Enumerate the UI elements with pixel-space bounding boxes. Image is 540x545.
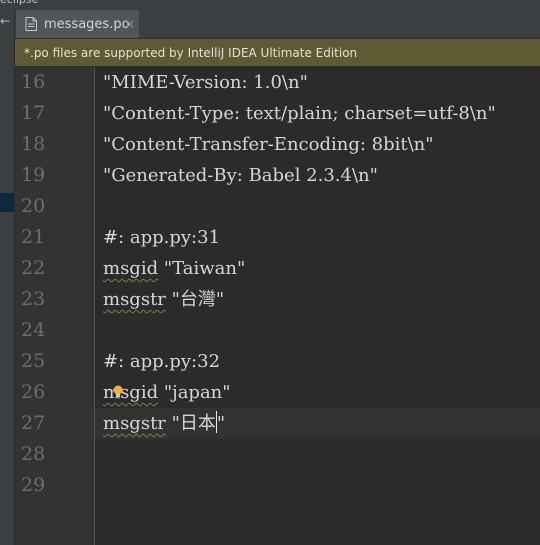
code-line: "Content-Type: text/plain; charset=utf-8… [103, 103, 496, 124]
string-token: "日本 [165, 413, 216, 434]
left-tool-strip: ← [0, 10, 15, 545]
line-number: 19 [21, 164, 46, 186]
line-number: 23 [21, 288, 46, 310]
keyword-token: msgid [103, 258, 159, 279]
code-line: #: app.py:32 [103, 351, 221, 372]
window-top-strip: eclipse [0, 0, 540, 10]
code-line: "Generated-By: Babel 2.3.4\n" [103, 165, 378, 186]
lightbulb-icon[interactable] [112, 385, 124, 399]
code-line: msgstr "台灣" [103, 284, 224, 315]
code-line: msgstr "日本" [103, 408, 225, 439]
line-number: 24 [21, 319, 46, 341]
string-token: " [216, 413, 226, 434]
code-line: "Content-Transfer-Encoding: 8bit\n" [103, 134, 434, 155]
code-line: msgid "Taiwan" [103, 253, 245, 284]
code-line: "MIME-Version: 1.0\n" [103, 72, 308, 93]
line-number: 26 [21, 381, 46, 403]
editor-tab-bar: messages.po × [15, 10, 540, 39]
line-number: 21 [21, 226, 46, 248]
line-number: 22 [21, 257, 46, 279]
code-area[interactable]: "MIME-Version: 1.0\n" "Content-Type: text… [95, 67, 540, 545]
line-number: 20 [21, 195, 46, 217]
code-line: #: app.py:31 [103, 227, 221, 248]
line-number: 17 [21, 102, 46, 124]
ide-window: eclipse ← messages.po × *.po files are s… [0, 0, 540, 545]
file-icon [25, 17, 37, 31]
line-number: 25 [21, 350, 46, 372]
plugin-notification-banner: *.po files are supported by IntelliJ IDE… [15, 39, 540, 67]
line-number: 27 [21, 412, 46, 434]
line-number: 28 [21, 443, 46, 465]
line-number: 18 [21, 133, 46, 155]
line-number: 29 [21, 474, 46, 496]
string-token: "japan" [158, 382, 231, 403]
code-editor[interactable]: 16 17 18 19 20 21 22 23 24 25 26 27 28 29 "MIME-Versi… [15, 67, 540, 545]
window-top-label: eclipse [0, 0, 38, 6]
tab-messages-po[interactable]: messages.po × [16, 10, 139, 38]
keyword-token: msgstr [103, 289, 166, 310]
tab-label: messages.po [44, 16, 130, 32]
banner-text: *.po files are supported by IntelliJ IDE… [24, 45, 358, 60]
keyword-token: msgstr [103, 413, 166, 434]
close-icon[interactable]: × [125, 16, 135, 32]
line-number-gutter: 16 17 18 19 20 21 22 23 24 25 26 27 28 29 [15, 67, 95, 545]
string-token: "台灣" [165, 289, 225, 310]
string-token: "Taiwan" [158, 258, 246, 279]
back-arrow-icon[interactable]: ← [0, 13, 10, 29]
line-number: 16 [21, 71, 46, 93]
selection-marker [0, 193, 14, 212]
